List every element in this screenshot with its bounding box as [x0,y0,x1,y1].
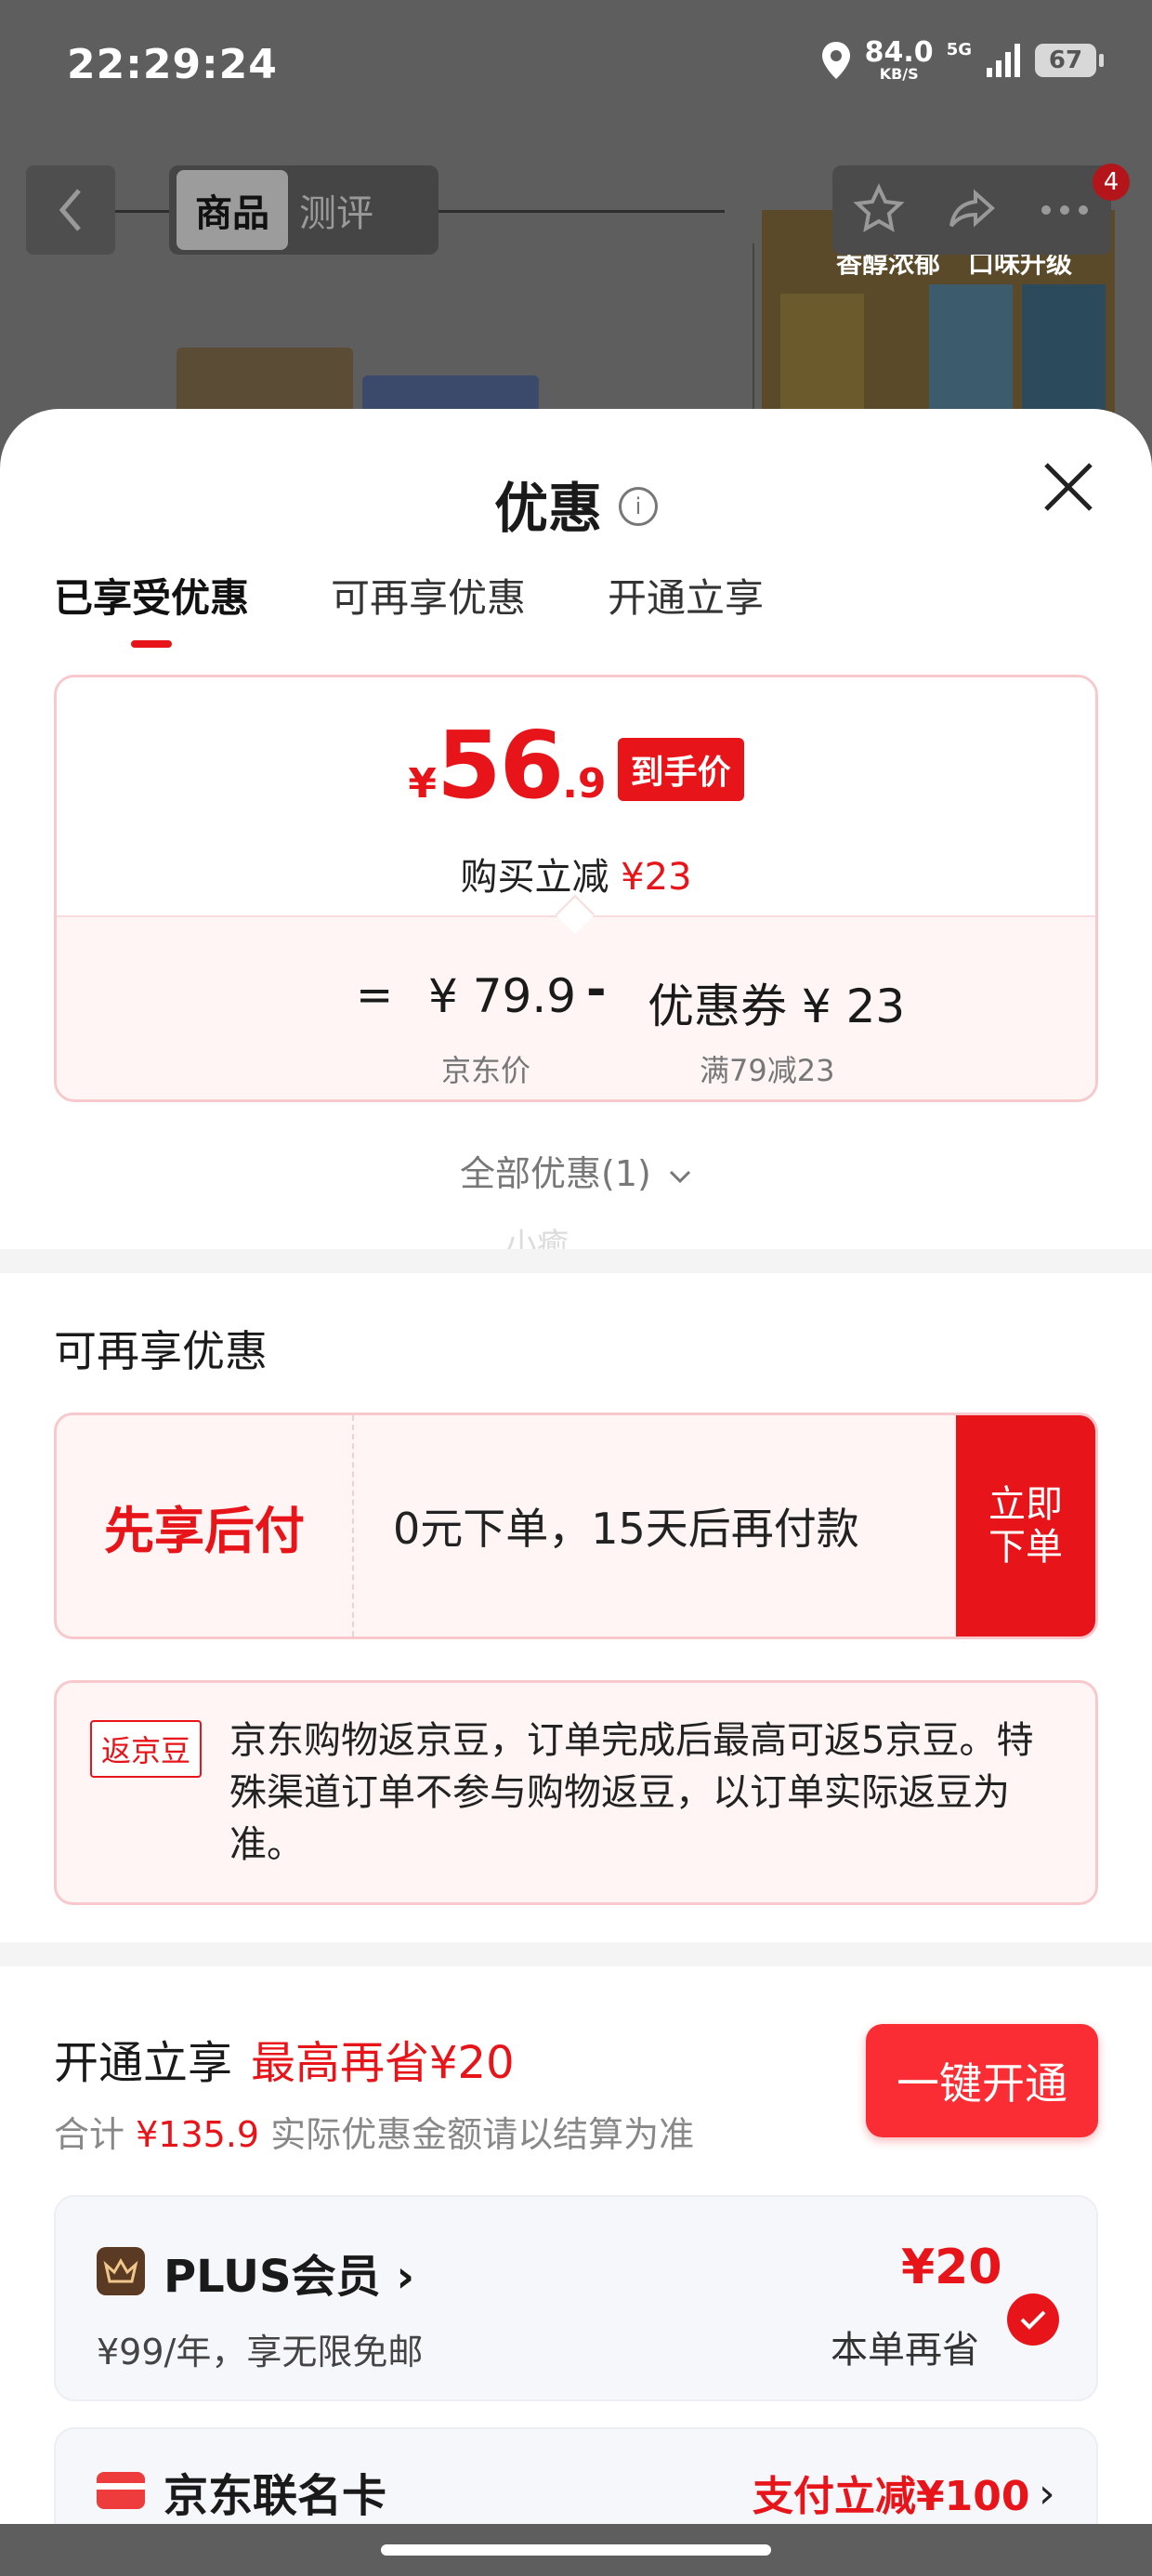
plus-savings: ¥20 [901,2240,1002,2295]
cart-badge: 4 [1093,164,1130,201]
chevron-left-icon [59,189,81,231]
crown-icon [97,2247,145,2295]
max-savings: 最高再省¥20 [251,2037,515,2089]
back-button[interactable] [26,165,115,255]
all-offers-toggle[interactable]: 全部优惠(1) [0,1145,1152,1196]
network-speed: 84.0 KB/S [864,36,934,83]
bnpl-label: 先享后付 [57,1415,354,1636]
tab-open-now[interactable]: 开通立享 [608,567,764,624]
one-click-open-button[interactable]: 一键开通 [866,2024,1098,2137]
jd-price: ¥ 79.9 [428,969,577,1023]
formula-minus: - [586,962,607,1018]
bnpl-desc: 0元下单，15天后再付款 [393,1504,859,1554]
card-promo: 支付立减¥100 [753,2473,1030,2520]
final-price-card: ¥56.9 到手价 购买立减 ¥23 = ¥ 79.9 - 优惠券 ¥ 23 京东… [54,675,1098,1102]
sheet-title: 优惠 [493,477,602,540]
status-time: 22:29:24 [67,41,278,88]
checkbox-checked-icon[interactable] [1007,2293,1059,2346]
network-type: 5G [946,39,972,59]
formula-equals: = [356,969,394,1021]
jd-cobrand-card-option[interactable]: 京东联名卡 支付立减¥100 › [54,2427,1098,2528]
chevron-right-icon: › [396,2251,415,2303]
tab-more-offers[interactable]: 可再享优惠 [331,567,526,624]
jd-bean-offer: 返京豆 京东购物返京豆，订单完成后最高可返5京豆。特殊渠道订单不参与购物返豆，以… [54,1680,1098,1905]
status-bar: 22:29:24 84.0 KB/S 5G 67 [0,0,1152,139]
instant-discount: 购买立减 ¥23 [460,856,692,899]
signal-icon [987,44,1020,77]
status-indicators: 84.0 KB/S 5G 67 [820,36,1104,83]
jd-bean-tag: 返京豆 [90,1720,203,1778]
tab-enjoyed[interactable]: 已享受优惠 [54,567,249,648]
more-icon[interactable] [1037,201,1093,219]
plus-membership-option[interactable]: PLUS会员 › ¥99/年，享无限免邮 ¥20 本单再省 [54,2195,1098,2401]
location-icon [821,42,850,79]
tab-review[interactable]: 测评 [299,183,373,237]
open-now-title: 开通立享 最高再省¥20 [54,2037,515,2089]
price-formula: = ¥ 79.9 - 优惠券 ¥ 23 京东价 满79减23 [57,915,1095,1099]
tab-product[interactable]: 商品 [177,170,288,250]
offers-sheet: 优惠 i 已享受优惠 可再享优惠 开通立享 ¥56.9 到手价 购买立减 ¥23 =… [0,409,1152,2528]
final-price: ¥56.9 到手价 [57,711,1095,825]
home-gesture-bar[interactable] [381,2544,771,2556]
order-now-button[interactable]: 立即下单 [956,1415,1095,1636]
section-divider [0,1942,1152,1966]
coupon-label: 满79减23 [700,1053,835,1088]
jd-price-label: 京东价 [441,1053,531,1088]
more-offers-title: 可再享优惠 [54,1326,268,1376]
header-actions [832,165,1111,255]
sheet-tabs: 已享受优惠 可再享优惠 开通立享 [54,567,764,648]
share-icon[interactable] [944,182,1000,238]
jd-bean-text: 京东购物返京豆，订单完成后最高可返5京豆。特殊渠道订单不参与购物返豆，以订单实际… [229,1719,1034,1866]
card-name: 京东联名卡 [164,2470,387,2522]
chevron-down-icon [669,1170,691,1183]
close-icon[interactable] [1041,459,1096,515]
plus-savings-label: 本单再省 [831,2329,979,2372]
plus-membership-link[interactable]: PLUS会员 › [164,2240,414,2305]
chevron-right-icon[interactable]: › [1039,2470,1055,2517]
final-price-tag: 到手价 [617,737,744,801]
sheet-title-row: 优惠 i [0,465,1152,543]
section-divider [0,1249,1152,1273]
star-icon[interactable] [851,182,907,238]
product-tabs: 商品 测评 [169,165,439,255]
credit-card-icon [97,2472,145,2509]
info-icon[interactable]: i [619,486,658,526]
plus-desc: ¥99/年，享无限免邮 [97,2332,424,2372]
bnpl-offer: 先享后付 0元下单，15天后再付款 立即下单 [54,1413,1098,1639]
coupon-amount: 优惠券 ¥ 23 [648,979,906,1033]
open-now-total: 合计 ¥135.9 实际优惠金额请以结算为准 [54,2114,695,2155]
battery-indicator: 67 [1035,44,1104,77]
